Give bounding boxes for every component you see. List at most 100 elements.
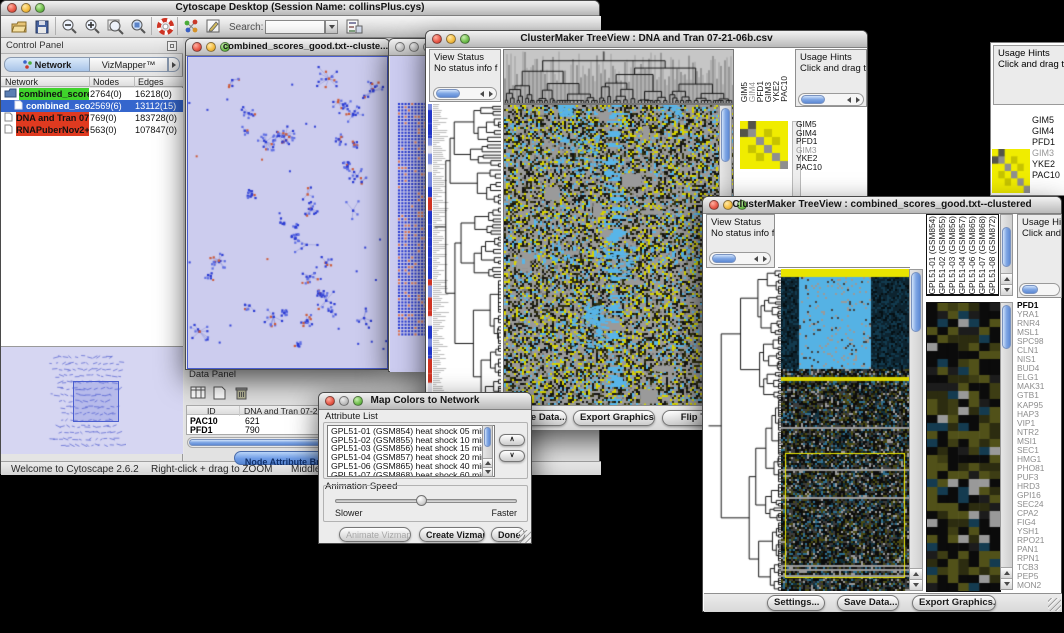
row-label[interactable]: GIM5: [1032, 115, 1064, 126]
attribute-list[interactable]: GPL51-01 (GSM854) heat shock 05 minGPL51…: [327, 425, 495, 477]
network-table-row[interactable]: combined_scores_ 2764(0) 16218(0): [1, 88, 183, 100]
scroll-thumb[interactable]: [1002, 305, 1011, 349]
attribute-list-scrollbar[interactable]: [482, 425, 493, 477]
row-label[interactable]: PAC10: [796, 163, 840, 172]
network-table-row[interactable]: RNAPuberNov2+ 563(0) 107847(0): [1, 124, 183, 136]
minimize-button[interactable]: [409, 42, 419, 52]
attribute-list-item[interactable]: GPL51-07 (GSM868) heat shock 60 min: [331, 471, 494, 477]
view-status-scrollbar[interactable]: [433, 87, 497, 100]
network-canvas[interactable]: [188, 58, 387, 367]
column-header-nodes[interactable]: Nodes: [89, 77, 119, 87]
network-table-row[interactable]: combined_sco 2569(6) 13112(15): [1, 100, 183, 112]
close-button[interactable]: [395, 42, 405, 52]
row-label[interactable]: YKE2: [1032, 159, 1064, 170]
global-heatmap-canvas[interactable]: [503, 104, 734, 407]
scroll-left-button[interactable]: [751, 254, 760, 263]
tab-overflow-button[interactable]: [168, 57, 180, 72]
create-vizmap-button[interactable]: Create Vizmap: [419, 527, 485, 542]
column-label[interactable]: PAC10: [780, 51, 788, 102]
scroll-up-button[interactable]: [910, 568, 922, 579]
scroll-thumb[interactable]: [712, 254, 736, 263]
column-label[interactable]: GPL51-07 (GSM868): [978, 215, 988, 294]
scroll-left-button[interactable]: [477, 89, 486, 98]
scroll-thumb[interactable]: [1002, 227, 1011, 267]
column-label[interactable]: GIM5: [740, 51, 748, 102]
vizmapper-nodes-icon[interactable]: [182, 17, 201, 36]
search-input[interactable]: [265, 20, 325, 34]
attribute-browser-icon[interactable]: [345, 17, 364, 36]
row-label[interactable]: PAC10: [1032, 170, 1064, 181]
row-label[interactable]: GIM4: [1032, 126, 1064, 137]
tab-network[interactable]: Network: [4, 57, 90, 72]
scroll-right-button[interactable]: [853, 95, 862, 104]
zoom-vscrollbar[interactable]: [1000, 302, 1013, 590]
animate-vizmap-button[interactable]: Animate Vizmap: [339, 527, 411, 542]
overview-viewport-rect[interactable]: [73, 381, 119, 422]
column-label[interactable]: YKE2: [772, 51, 780, 102]
scroll-up-button[interactable]: [1001, 273, 1012, 284]
scroll-down-button[interactable]: [483, 467, 492, 476]
zoom-in-icon[interactable]: [83, 17, 102, 36]
zoom-out-icon[interactable]: [60, 17, 79, 36]
treeview1-titlebar[interactable]: ClusterMaker TreeView : DNA and Tran 07-…: [426, 31, 867, 48]
network-table-row[interactable]: DNA and Tran 07 769(0) 183728(0): [1, 112, 183, 124]
scroll-thumb[interactable]: [911, 272, 921, 332]
column-label[interactable]: GPL51-03 (GSM856): [947, 215, 957, 294]
move-down-button[interactable]: ∨: [499, 450, 525, 462]
settings-button[interactable]: Settings...: [767, 595, 825, 611]
global-heatmap-canvas[interactable]: [781, 269, 909, 591]
row-label[interactable]: GIM3: [1032, 148, 1064, 159]
tab-vizmapper[interactable]: VizMapper™: [90, 57, 168, 72]
column-label[interactable]: GPL51-06 (GSM865): [968, 215, 978, 294]
annotation-icon[interactable]: [204, 17, 223, 36]
slider-thumb[interactable]: [416, 495, 427, 506]
column-header-network[interactable]: Network: [5, 77, 38, 87]
open-session-icon[interactable]: [9, 17, 28, 36]
column-label[interactable]: GPL51-01 (GSM854): [927, 215, 937, 294]
gene-label[interactable]: MON2: [1017, 581, 1062, 590]
scroll-right-button[interactable]: [760, 254, 769, 263]
scroll-up-button[interactable]: [1001, 567, 1012, 578]
network-overview-panel[interactable]: [1, 346, 183, 454]
save-data-button[interactable]: Save Data...: [837, 595, 899, 611]
view-status-scrollbar[interactable]: [709, 252, 771, 265]
column-labels-scrollbar[interactable]: [1000, 214, 1013, 296]
scroll-down-button[interactable]: [910, 579, 922, 590]
column-label[interactable]: GIM3: [764, 51, 772, 102]
zoom-selected-icon[interactable]: [129, 17, 148, 36]
scroll-left-button[interactable]: [844, 95, 853, 104]
scroll-down-button[interactable]: [1001, 578, 1012, 589]
network-window-titlebar[interactable]: combined_scores_good.txt--cluste...: [186, 39, 389, 56]
treeview2-titlebar[interactable]: ClusterMaker TreeView : combined_scores_…: [703, 197, 1061, 214]
dialog-titlebar[interactable]: Map Colors to Network: [319, 393, 531, 410]
main-window-titlebar[interactable]: Cytoscape Desktop (Session Name: collins…: [1, 1, 599, 16]
scroll-thumb[interactable]: [484, 427, 491, 447]
scroll-thumb[interactable]: [1022, 285, 1038, 294]
zoom-heatmap-canvas[interactable]: [926, 302, 1001, 592]
column-label[interactable]: GPL51-02 (GSM855): [937, 215, 947, 294]
usage-hints-scrollbar[interactable]: [798, 93, 864, 106]
scroll-thumb[interactable]: [436, 89, 460, 98]
scroll-up-button[interactable]: [483, 458, 492, 467]
zoom-fit-icon[interactable]: [106, 17, 125, 36]
row-dendrogram-canvas[interactable]: [433, 104, 501, 405]
scroll-thumb[interactable]: [721, 108, 730, 162]
zoom-heatmap-canvas[interactable]: [992, 149, 1030, 193]
row-dendrogram-canvas[interactable]: [707, 269, 781, 591]
network-view-area[interactable]: [187, 56, 388, 369]
column-header-edges[interactable]: Edges: [134, 77, 164, 87]
column-dendrogram-canvas[interactable]: [503, 49, 734, 104]
data-column-id[interactable]: ID: [207, 406, 216, 416]
column-label[interactable]: GPL51-04 (GSM857): [957, 215, 967, 294]
column-label[interactable]: GPL51-08 (GSM872): [988, 215, 998, 294]
export-graphics-button[interactable]: Export Graphics...: [573, 410, 655, 426]
help-lifesaver-icon[interactable]: [156, 17, 175, 36]
heatmap-vscrollbar[interactable]: [909, 269, 923, 591]
resize-grip[interactable]: [1048, 598, 1061, 611]
scroll-right-button[interactable]: [486, 89, 495, 98]
zoom-heatmap-canvas[interactable]: [740, 121, 788, 169]
float-panel-icon[interactable]: [167, 41, 177, 51]
row-label[interactable]: PFD1: [1032, 137, 1064, 148]
new-attribute-icon[interactable]: [210, 383, 229, 402]
scroll-thumb[interactable]: [801, 95, 825, 104]
